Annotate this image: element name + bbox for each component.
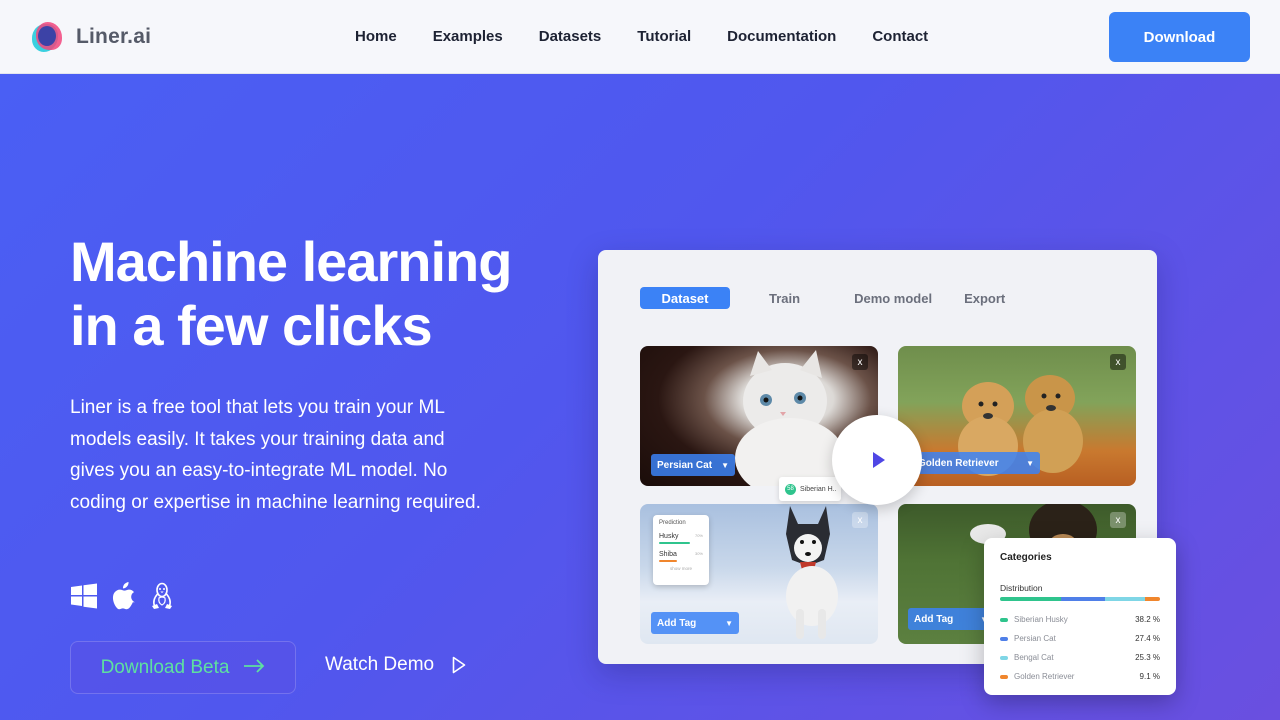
category-color-dot xyxy=(1000,617,1008,622)
nav-contact[interactable]: Contact xyxy=(872,28,928,45)
play-video-button[interactable] xyxy=(832,415,922,505)
chevron-down-icon: ▼ xyxy=(721,460,729,470)
watch-demo-button[interactable]: Watch Demo xyxy=(325,654,466,676)
category-percent: 27.4 % xyxy=(1135,634,1160,643)
close-icon[interactable]: x xyxy=(852,354,868,370)
tab-demo-model[interactable]: Demo model xyxy=(854,291,932,306)
distribution-bar xyxy=(1000,597,1160,601)
brand-name: Liner.ai xyxy=(76,25,152,48)
category-item: Golden Retriever 9.1 % xyxy=(1000,672,1160,681)
prediction-label: Shiba xyxy=(659,551,677,558)
hover-label-tooltip: 58 Siberian H.. xyxy=(779,477,841,501)
app-tabs: Dataset Train Demo model Export xyxy=(640,287,1005,309)
linux-icon xyxy=(150,582,174,615)
category-color-dot xyxy=(1000,636,1008,641)
category-color-dot xyxy=(1000,674,1008,679)
distribution-segment xyxy=(1000,597,1062,601)
category-name: Siberian Husky xyxy=(1014,615,1068,624)
os-icons xyxy=(70,582,188,615)
watch-demo-label: Watch Demo xyxy=(325,654,435,675)
close-icon[interactable]: x xyxy=(1110,512,1126,528)
hero-title-line1: Machine learning xyxy=(70,230,512,293)
image-card-dog[interactable]: x Golden Retriever ▼ xyxy=(898,346,1136,486)
play-icon xyxy=(873,452,885,468)
tag-label: Persian Cat xyxy=(657,459,713,471)
tab-dataset[interactable]: Dataset xyxy=(640,287,730,309)
close-icon[interactable]: x xyxy=(852,512,868,528)
nav-menu: Home Examples Datasets Tutorial Document… xyxy=(355,28,964,45)
hero-title: Machine learning in a few clicks xyxy=(70,230,570,358)
prediction-value: 70% xyxy=(694,533,703,538)
category-item: Bengal Cat 25.3 % xyxy=(1000,653,1160,662)
category-percent: 9.1 % xyxy=(1139,672,1160,681)
apple-icon xyxy=(112,582,136,615)
top-nav: Liner.ai Home Examples Datasets Tutorial… xyxy=(0,0,1280,74)
nav-tutorial[interactable]: Tutorial xyxy=(637,28,691,45)
arrow-right-icon xyxy=(243,656,265,679)
category-percent: 25.3 % xyxy=(1135,653,1160,662)
distribution-segment xyxy=(1104,597,1146,601)
categories-title: Categories xyxy=(1000,552,1052,563)
play-outline-icon xyxy=(452,656,466,674)
tag-dropdown[interactable]: Golden Retriever ▼ xyxy=(912,452,1040,474)
prediction-bar xyxy=(659,560,677,562)
category-name: Bengal Cat xyxy=(1014,653,1054,662)
hero-description: Liner is a free tool that lets you train… xyxy=(70,397,481,513)
score-badge: 58 xyxy=(785,483,796,495)
chevron-down-icon: ▼ xyxy=(725,618,733,628)
category-color-dot xyxy=(1000,655,1008,660)
logo-icon xyxy=(32,22,62,52)
tag-dropdown[interactable]: Add Tag ▼ xyxy=(651,612,739,634)
prediction-bar xyxy=(659,542,690,544)
close-icon[interactable]: x xyxy=(1110,354,1126,370)
hover-label-text: Siberian H.. xyxy=(800,485,837,493)
prediction-row: Shiba 30% xyxy=(659,551,703,562)
tab-export[interactable]: Export xyxy=(964,291,1005,306)
category-item: Siberian Husky 38.2 % xyxy=(1000,615,1160,624)
prediction-label: Husky xyxy=(659,533,679,540)
category-percent: 38.2 % xyxy=(1135,615,1160,624)
nav-examples[interactable]: Examples xyxy=(433,28,503,45)
tag-label: Add Tag xyxy=(914,613,954,625)
chevron-down-icon: ▼ xyxy=(1026,458,1034,468)
category-name: Golden Retriever xyxy=(1014,672,1075,681)
tab-train[interactable]: Train xyxy=(769,291,800,306)
nav-documentation[interactable]: Documentation xyxy=(727,28,836,45)
download-beta-button[interactable]: Download Beta xyxy=(70,641,296,694)
download-button[interactable]: Download xyxy=(1109,12,1250,62)
categories-panel: Categories Distribution Siberian Husky 3… xyxy=(984,538,1176,695)
distribution-segment xyxy=(1061,597,1105,601)
distribution-segment xyxy=(1145,597,1160,601)
tag-dropdown[interactable]: Add Tag ▼ xyxy=(908,608,994,630)
nav-datasets[interactable]: Datasets xyxy=(539,28,602,45)
windows-icon xyxy=(70,583,98,614)
nav-home[interactable]: Home xyxy=(355,28,397,45)
brand-logo[interactable]: Liner.ai xyxy=(32,22,151,52)
hero-title-line2: in a few clicks xyxy=(70,294,433,357)
category-item: Persian Cat 27.4 % xyxy=(1000,634,1160,643)
tag-label: Add Tag xyxy=(657,617,697,629)
distribution-label: Distribution xyxy=(1000,583,1043,593)
prediction-popover: Prediction Husky 70% Shiba 30% show more xyxy=(653,515,709,585)
show-more-link[interactable]: show more xyxy=(659,566,703,571)
prediction-title: Prediction xyxy=(659,520,686,526)
category-name: Persian Cat xyxy=(1014,634,1056,643)
download-beta-label: Download Beta xyxy=(100,656,230,678)
tag-label: Golden Retriever xyxy=(918,457,999,469)
prediction-row: Husky 70% xyxy=(659,533,703,544)
prediction-value: 30% xyxy=(694,551,703,556)
tag-dropdown[interactable]: Persian Cat ▼ xyxy=(651,454,735,476)
